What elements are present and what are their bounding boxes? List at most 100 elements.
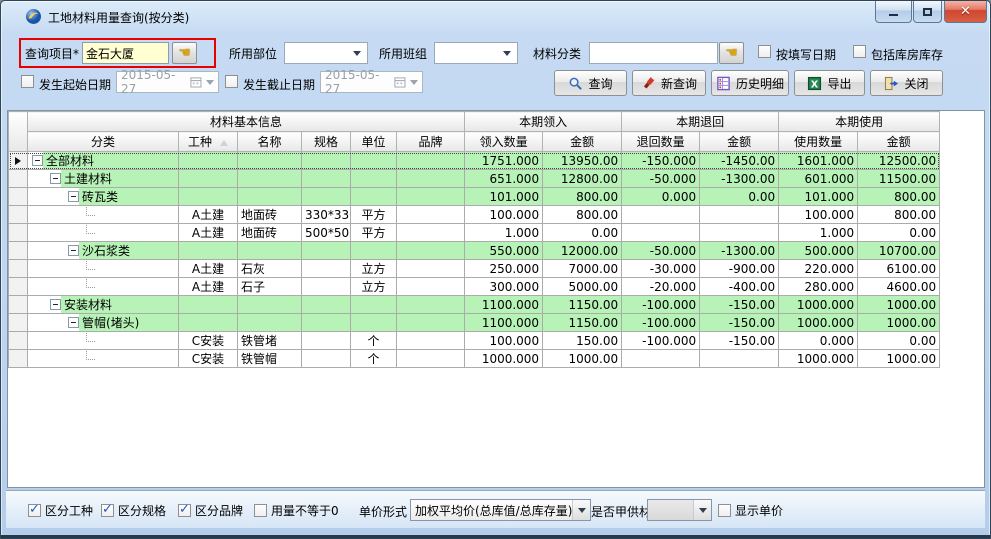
include-warehouse-checkbox[interactable]: [853, 45, 866, 58]
material-class-input[interactable]: [589, 42, 718, 64]
collapse-icon[interactable]: [68, 191, 79, 202]
table-row[interactable]: 砖瓦类101.000800.000.0000.00101.000800.00: [9, 188, 940, 206]
close-window-button[interactable]: 关闭: [870, 70, 943, 96]
close-button[interactable]: ✕: [944, 1, 987, 23]
cell-spec: [302, 152, 351, 170]
material-class-picker-button[interactable]: ☚: [719, 42, 744, 64]
cell-spec: 500*500: [302, 224, 351, 242]
end-date-value: 2015-05-27: [325, 68, 394, 96]
column-header[interactable]: 规格: [302, 132, 351, 152]
footer-checkbox[interactable]: [101, 504, 114, 517]
collapse-icon[interactable]: [50, 173, 61, 184]
cell-ret_qty: -150.000: [622, 152, 700, 170]
cell-name: [238, 314, 302, 332]
cell-ret_amt: -1450.00: [700, 152, 779, 170]
start-date-field[interactable]: 2015-05-27: [116, 71, 219, 93]
table-row[interactable]: A土建地面砖500*500平方1.0000.001.0000.00: [9, 224, 940, 242]
cell-use_qty: 100.000: [779, 206, 858, 224]
cell-unit: 立方: [351, 260, 397, 278]
table-row[interactable]: 管帽(堵头)1100.0001150.00-100.000-150.001000…: [9, 314, 940, 332]
cell-ret_amt: [700, 206, 779, 224]
column-header[interactable]: 退回数量: [622, 132, 700, 152]
start-date-checkbox[interactable]: [21, 75, 34, 88]
team-label: 所用班组: [379, 45, 427, 62]
cell-in_qty: 1000.000: [465, 350, 543, 368]
show-price-checkbox[interactable]: [718, 504, 731, 517]
column-header[interactable]: 名称: [238, 132, 302, 152]
minimize-button[interactable]: [875, 1, 912, 23]
by-fill-date-checkbox[interactable]: [758, 45, 771, 58]
footer-checkbox[interactable]: [28, 504, 41, 517]
column-header[interactable]: 金额: [858, 132, 940, 152]
table-row[interactable]: 安装材料1100.0001150.00-100.000-150.001000.0…: [9, 296, 940, 314]
collapse-icon[interactable]: [32, 155, 43, 166]
column-header[interactable]: 单位: [351, 132, 397, 152]
cell-spec: [302, 332, 351, 350]
cell-unit: [351, 188, 397, 206]
cell-unit: 个: [351, 332, 397, 350]
cell-unit: [351, 170, 397, 188]
cell-ret_amt: [700, 224, 779, 242]
export-button[interactable]: X 导出: [794, 70, 865, 96]
collapse-icon[interactable]: [50, 299, 61, 310]
materials-grid[interactable]: 材料基本信息 本期领入 本期退回 本期使用分类工种名称规格单位品牌领入数量金额退…: [7, 110, 985, 488]
cell-in_amt: 800.00: [543, 206, 622, 224]
footer-option[interactable]: 区分工种: [28, 502, 93, 519]
table-row[interactable]: 土建材料651.00012800.00-50.000-1300.00601.00…: [9, 170, 940, 188]
row-indicator: [9, 296, 28, 314]
project-picker-button[interactable]: ☚: [172, 42, 197, 64]
collapse-icon[interactable]: [68, 245, 79, 256]
footer-option[interactable]: 用量不等于0: [254, 502, 339, 519]
table-row[interactable]: 全部材料1751.00013950.00-150.000-1450.001601…: [9, 152, 940, 170]
part-label: 所用部位: [229, 45, 277, 62]
collapse-icon[interactable]: [68, 317, 79, 328]
part-dropdown[interactable]: [284, 42, 368, 64]
cell-brand: [397, 278, 465, 296]
cell-in_amt: 5000.00: [543, 278, 622, 296]
cell-spec: [302, 188, 351, 206]
end-date-field[interactable]: 2015-05-27: [320, 71, 423, 93]
column-header[interactable]: 分类: [28, 132, 179, 152]
chevron-down-icon: [410, 80, 418, 85]
cell-ret_qty: -100.000: [622, 332, 700, 350]
title-bar[interactable]: 工地材料用量查询(按分类) ✕: [1, 1, 990, 31]
cell-use_amt: 1000.00: [858, 314, 940, 332]
column-header[interactable]: 工种: [179, 132, 238, 152]
new-query-button-label: 新查询: [661, 75, 697, 92]
table-row[interactable]: A土建地面砖330*330平方100.000800.00100.000800.0…: [9, 206, 940, 224]
maximize-button[interactable]: [913, 1, 942, 23]
query-project-input[interactable]: [82, 42, 169, 64]
column-header[interactable]: 使用数量: [779, 132, 858, 152]
footer-option[interactable]: 区分规格: [101, 502, 166, 519]
table-row[interactable]: A土建石子立方300.0005000.00-20.000-400.00280.0…: [9, 278, 940, 296]
svg-text:X: X: [811, 79, 819, 90]
footer-checkbox-label: 区分工种: [45, 502, 93, 519]
column-header[interactable]: 金额: [543, 132, 622, 152]
footer-option[interactable]: 区分品牌: [178, 502, 243, 519]
table-row[interactable]: 沙石浆类550.00012000.00-50.000-1300.00500.00…: [9, 242, 940, 260]
cell-ret_qty: 0.000: [622, 188, 700, 206]
table-row[interactable]: C安装铁管堵个100.000150.00-100.000-150.000.000…: [9, 332, 940, 350]
show-price-label: 显示单价: [735, 502, 783, 519]
column-header[interactable]: 金额: [700, 132, 779, 152]
table-row[interactable]: C安装铁管帽个1000.0001000.001000.0001000.00: [9, 350, 940, 368]
column-header[interactable]: 领入数量: [465, 132, 543, 152]
show-price-option[interactable]: 显示单价: [718, 502, 783, 519]
footer-checkbox[interactable]: [178, 504, 191, 517]
new-query-button[interactable]: 新查询: [632, 70, 706, 96]
column-header[interactable]: 品牌: [397, 132, 465, 152]
history-detail-button[interactable]: 历史明细: [711, 70, 789, 96]
table-row[interactable]: A土建石灰立方250.0007000.00-30.000-900.00220.0…: [9, 260, 940, 278]
footer-checkbox[interactable]: [254, 504, 267, 517]
grid-table: 材料基本信息 本期领入 本期退回 本期使用分类工种名称规格单位品牌领入数量金额退…: [8, 111, 940, 368]
owner-supply-dropdown[interactable]: [647, 499, 712, 521]
calendar-icon: [190, 76, 202, 88]
price-form-dropdown[interactable]: 加权平均价(总库值/总库存量): [410, 499, 591, 521]
start-date-value: 2015-05-27: [121, 68, 190, 96]
end-date-checkbox[interactable]: [225, 75, 238, 88]
owner-supply-label: 是否甲供材: [591, 503, 651, 520]
history-table-icon: [716, 76, 731, 91]
cell-ret_qty: [622, 350, 700, 368]
team-dropdown[interactable]: [434, 42, 518, 64]
query-button[interactable]: 查询: [554, 70, 627, 96]
